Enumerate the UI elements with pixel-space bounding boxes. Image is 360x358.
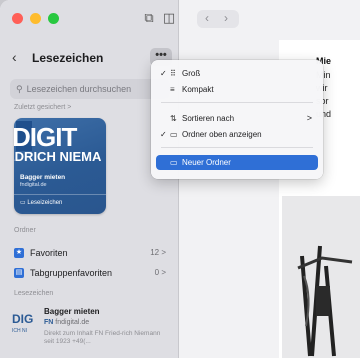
- menu-item-large[interactable]: ✓ ⠿ Groß: [156, 66, 318, 81]
- folder-label: Favoriten: [30, 248, 68, 258]
- recent-bookmark-card[interactable]: DIGIT EDRICH NIEMA Bagger mieten fndigit…: [14, 118, 106, 214]
- star-icon: ★: [14, 248, 24, 258]
- zoom-window-button[interactable]: [48, 13, 59, 24]
- navigation-buttons: ‹ ›: [197, 10, 239, 28]
- checkmark-icon: ✓: [160, 69, 167, 78]
- menu-item-label: Kompakt: [182, 85, 214, 94]
- menu-item-label: Groß: [182, 69, 201, 78]
- card-title: Bagger mieten: [20, 174, 66, 181]
- sidebar-title: Lesezeichen: [32, 51, 104, 65]
- bookmarks-section-label: Lesezeichen: [14, 290, 54, 297]
- bookmarks-sidebar: ⧉ ◫ ‹ Lesezeichen ••• ⚲ Lesezeichen durch…: [0, 0, 179, 358]
- excavator-image: [282, 196, 360, 358]
- search-icon: ⚲: [16, 84, 23, 94]
- page-product-image: [282, 196, 360, 358]
- close-window-button[interactable]: [12, 13, 23, 24]
- card-reading-list-text: Leseizeichen: [27, 200, 63, 206]
- menu-item-label: Ordner oben anzeigen: [182, 130, 262, 139]
- sidebar-toggle-icon[interactable]: ◫: [160, 9, 178, 27]
- sort-icon: ⇅: [170, 114, 177, 123]
- bookmark-description: Direkt zum Inhalt FN Fried-rich Niemann …: [44, 330, 161, 345]
- menu-item-sort-by[interactable]: ⇅ Sortieren nach >: [156, 111, 318, 126]
- bookmark-logo: DIG ICH NI: [12, 312, 38, 334]
- forward-arrow-icon[interactable]: ›: [224, 11, 228, 25]
- bookmark-item[interactable]: DIG ICH NI Bagger mieten FN fndigital.de …: [10, 303, 172, 355]
- back-chevron-icon[interactable]: ‹: [12, 49, 17, 65]
- folder-icon: ▭: [170, 130, 178, 139]
- bookmark-favicon: FN: [44, 319, 54, 326]
- folders-section-label: Ordner: [14, 227, 36, 234]
- tab-overview-icon[interactable]: ⧉: [140, 9, 158, 27]
- bookmark-domain: FN fndigital.de: [44, 319, 89, 326]
- window-controls: [12, 13, 59, 24]
- folder-count: 12 >: [150, 248, 166, 257]
- new-folder-icon: ▭: [170, 158, 178, 167]
- sidebar-header: ‹ Lesezeichen •••: [10, 48, 172, 68]
- recently-saved-label[interactable]: Zuletzt gesichert >: [14, 104, 71, 111]
- submenu-chevron-icon: >: [306, 113, 312, 123]
- view-options-menu: ✓ ⠿ Groß ≡ Kompakt ⇅ Sortieren nach > ✓ …: [151, 60, 323, 179]
- folder-count: 0 >: [154, 268, 166, 277]
- list-icon: ≡: [170, 85, 175, 94]
- browser-content-area: ‹ › Mie Min wir sor und: [179, 0, 360, 358]
- card-logo-subtext: EDRICH NIEMA: [14, 149, 102, 164]
- bookmark-logo-subtext: ICH NI: [12, 328, 27, 334]
- bookmark-logo-text: DIG: [12, 312, 34, 326]
- menu-item-new-folder[interactable]: ▭ Neuer Ordner: [156, 155, 318, 170]
- menu-separator: [161, 147, 313, 148]
- folder-row-tabgroup-favorites[interactable]: ▤ Tabgruppenfavoriten 0 >: [10, 264, 172, 282]
- menu-item-show-folders-on-top[interactable]: ✓ ▭ Ordner oben anzeigen: [156, 127, 318, 142]
- bookmark-domain-text: fndigital.de: [55, 319, 90, 326]
- checkmark-icon: ✓: [160, 130, 167, 139]
- folder-label: Tabgruppenfavoriten: [30, 268, 113, 278]
- tabgroup-icon: ▤: [14, 268, 24, 278]
- folder-row-favorites[interactable]: ★ Favoriten 12 >: [10, 244, 172, 262]
- card-domain: fndigital.de: [20, 182, 47, 188]
- minimize-window-button[interactable]: [30, 13, 41, 24]
- card-divider: [14, 194, 106, 195]
- search-placeholder: Lesezeichen durchsuchen: [26, 84, 132, 94]
- menu-item-label: Neuer Ordner: [182, 158, 231, 167]
- card-reading-list-label: ▭ Leseizeichen: [20, 199, 62, 206]
- menu-item-label: Sortieren nach: [182, 114, 235, 123]
- menu-item-compact[interactable]: ≡ Kompakt: [156, 82, 318, 97]
- app-window: ⧉ ◫ ‹ Lesezeichen ••• ⚲ Lesezeichen durch…: [0, 0, 360, 358]
- bookmark-title: Bagger mieten: [44, 307, 100, 316]
- back-arrow-icon[interactable]: ‹: [205, 11, 209, 25]
- grid-icon: ⠿: [170, 69, 176, 78]
- menu-separator: [161, 102, 313, 103]
- bookmark-search-input[interactable]: ⚲ Lesezeichen durchsuchen: [10, 79, 170, 99]
